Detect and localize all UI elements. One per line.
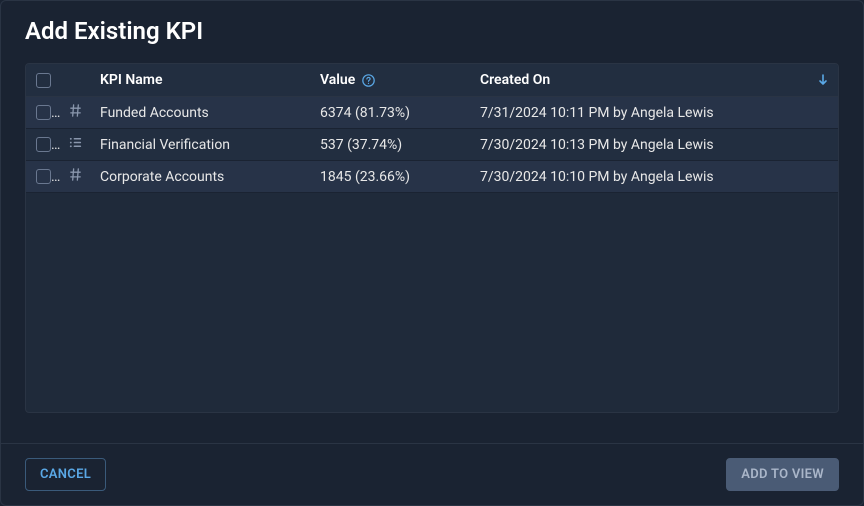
table-row[interactable]: Corporate Accounts 1845 (23.66%) 7/30/20…: [26, 161, 838, 193]
cell-value: 6374 (81.73%): [310, 97, 470, 129]
header-icon-col: [60, 64, 90, 97]
modal-footer: CANCEL ADD TO VIEW: [1, 443, 863, 505]
row-checkbox[interactable]: [36, 137, 51, 152]
header-value-label: Value: [320, 72, 355, 88]
table-row[interactable]: Financial Verification 537 (37.74%) 7/30…: [26, 129, 838, 161]
list-icon: [68, 135, 83, 150]
cell-name: Funded Accounts: [90, 97, 310, 129]
header-name[interactable]: KPI Name: [90, 64, 310, 97]
kpi-table: KPI Name Value: [26, 64, 838, 193]
add-to-view-button[interactable]: ADD TO VIEW: [726, 458, 839, 491]
modal-title: Add Existing KPI: [25, 17, 839, 45]
add-kpi-modal: Add Existing KPI KPI Name: [0, 0, 864, 506]
header-created[interactable]: Created On: [470, 64, 838, 97]
row-checkbox[interactable]: [36, 169, 51, 184]
kpi-table-container: KPI Name Value: [25, 63, 839, 413]
cell-value: 1845 (23.66%): [310, 161, 470, 193]
cell-created: 7/30/2024 10:13 PM by Angela Lewis: [470, 129, 838, 161]
cell-created: 7/31/2024 10:11 PM by Angela Lewis: [470, 97, 838, 129]
cell-name: Corporate Accounts: [90, 161, 310, 193]
cell-name: Financial Verification: [90, 129, 310, 161]
modal-header: Add Existing KPI: [1, 1, 863, 63]
modal-body: KPI Name Value: [1, 63, 863, 443]
table-header-row: KPI Name Value: [26, 64, 838, 97]
cell-created: 7/30/2024 10:10 PM by Angela Lewis: [470, 161, 838, 193]
row-checkbox[interactable]: [36, 105, 51, 120]
cancel-button[interactable]: CANCEL: [25, 458, 106, 491]
table-row[interactable]: Funded Accounts 6374 (81.73%) 7/31/2024 …: [26, 97, 838, 129]
header-value[interactable]: Value: [310, 64, 470, 97]
select-all-checkbox[interactable]: [36, 73, 51, 88]
cell-value: 537 (37.74%): [310, 129, 470, 161]
header-created-label: Created On: [480, 72, 550, 88]
header-select-all[interactable]: [26, 64, 60, 97]
header-name-label: KPI Name: [100, 72, 162, 88]
hash-icon: [68, 167, 83, 182]
sort-desc-icon[interactable]: [818, 74, 828, 86]
hash-icon: [68, 103, 83, 118]
help-icon[interactable]: [362, 74, 375, 87]
table-body: Funded Accounts 6374 (81.73%) 7/31/2024 …: [26, 97, 838, 193]
